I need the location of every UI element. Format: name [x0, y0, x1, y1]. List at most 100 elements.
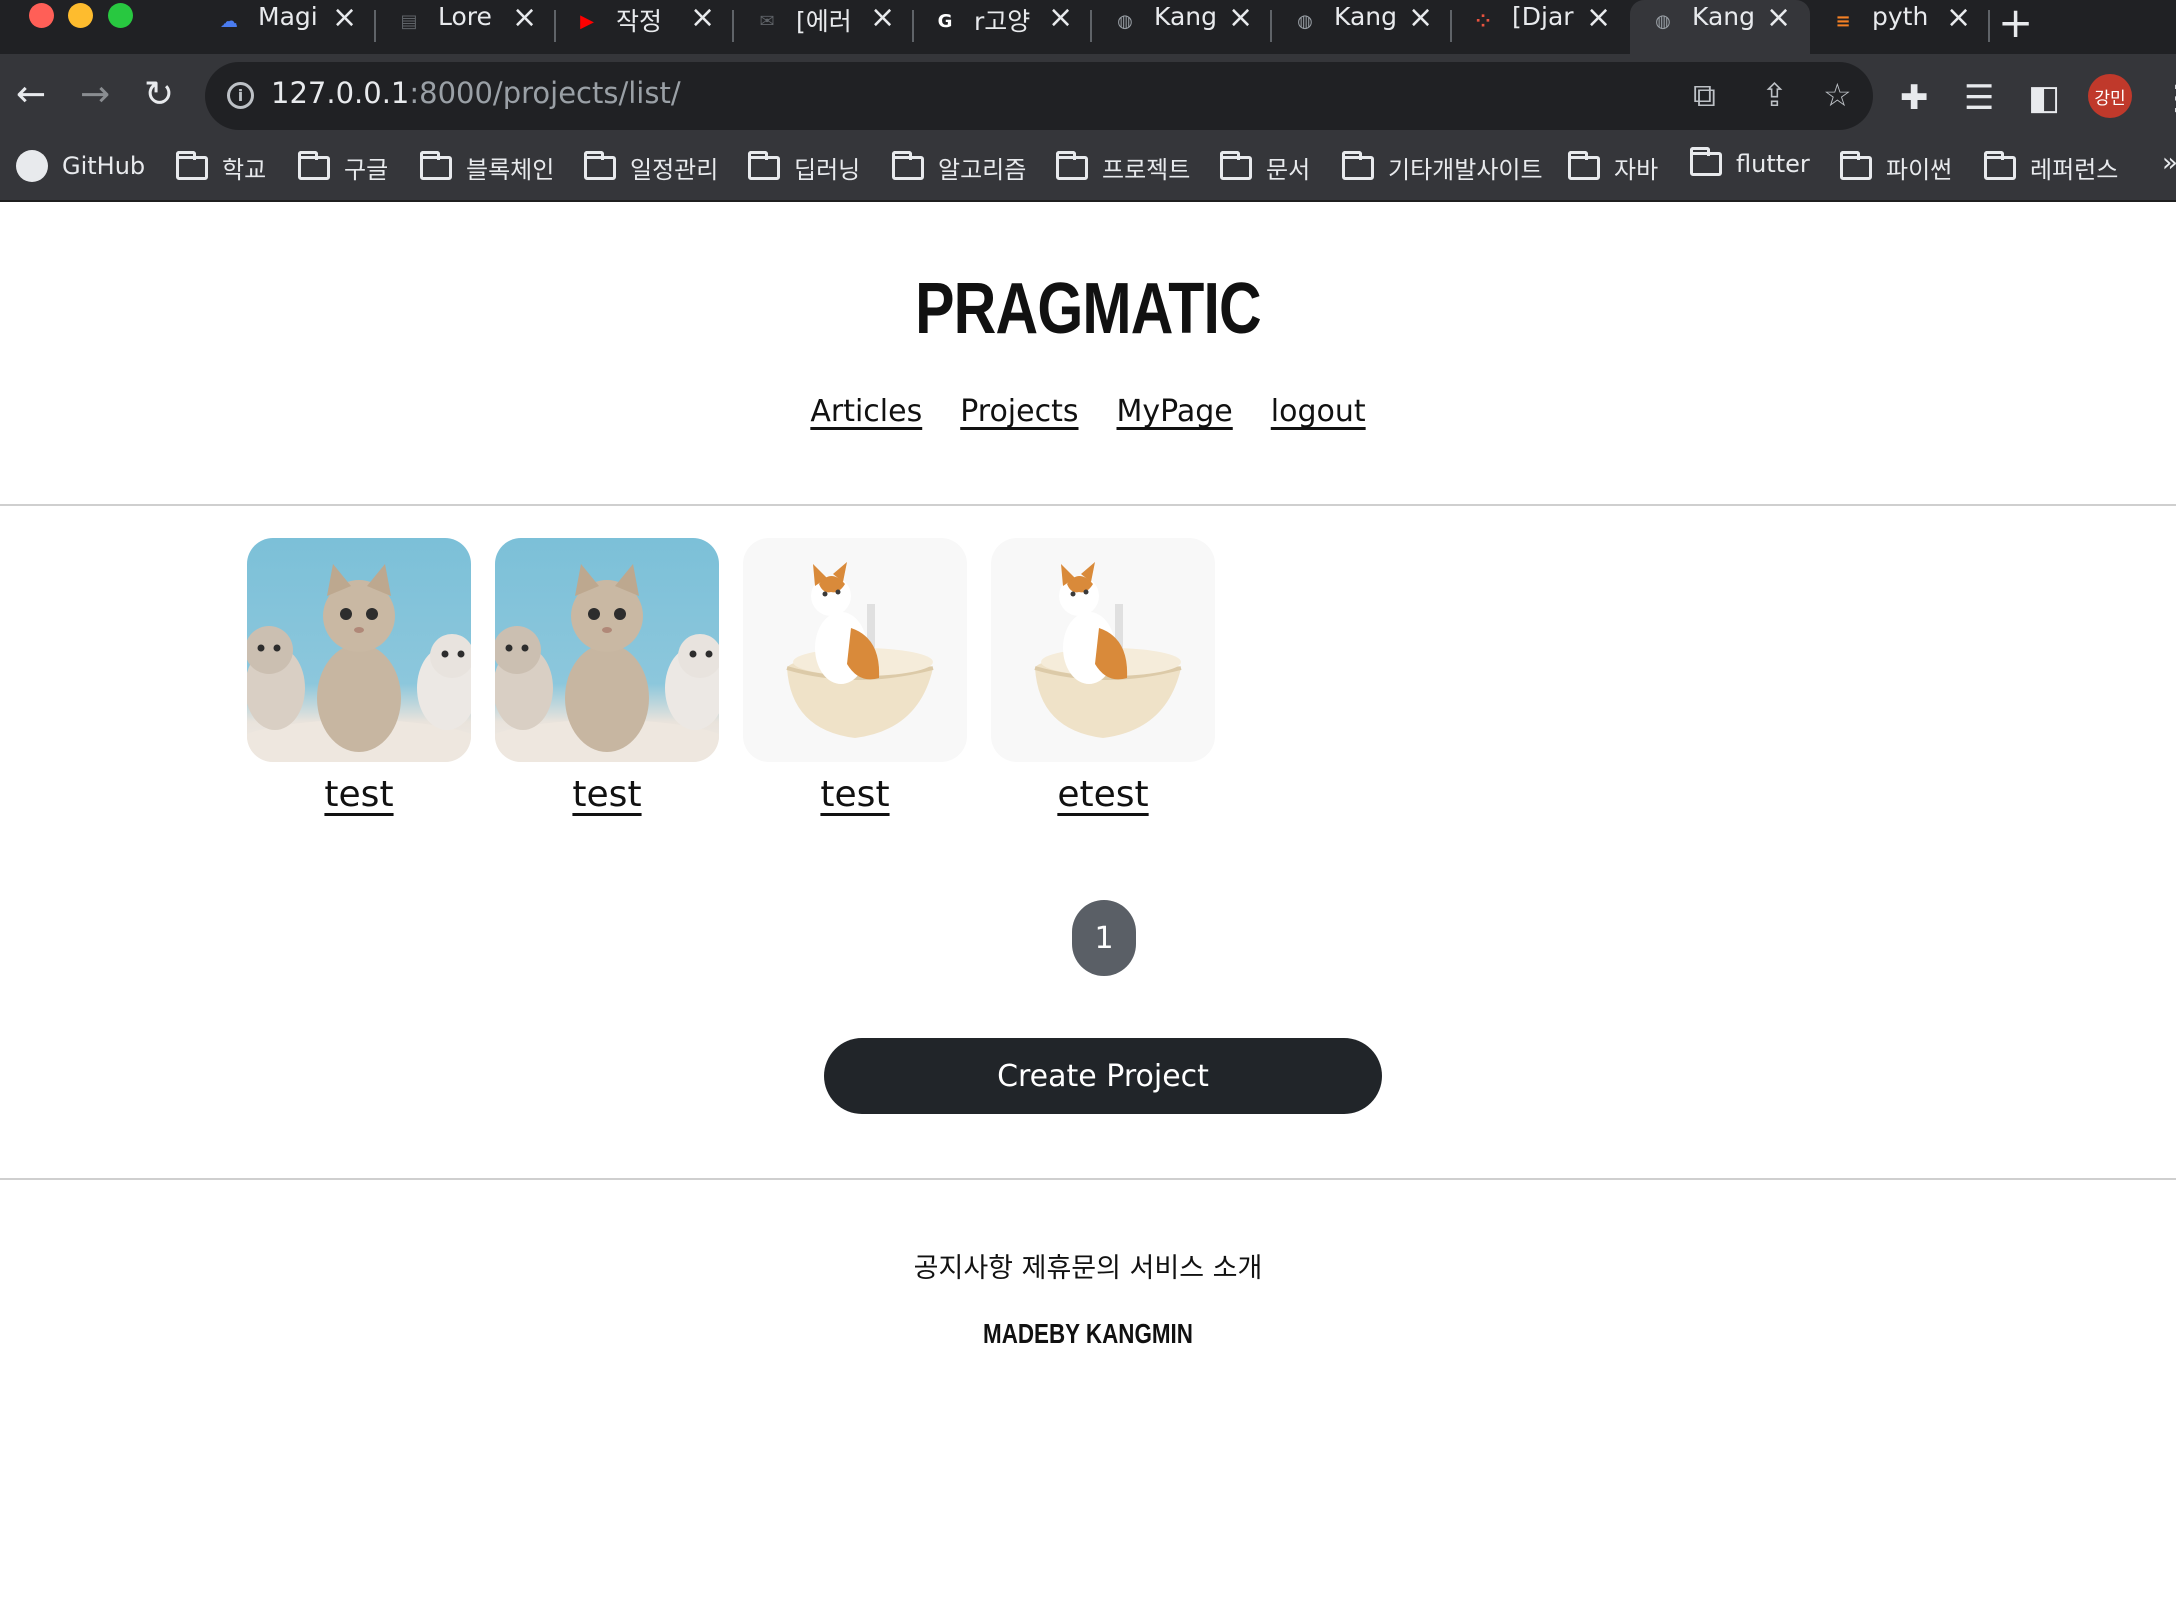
dots-icon: ⁘ — [1475, 10, 1491, 32]
bookmark-label: 일정관리 — [630, 156, 719, 184]
media-control-icon[interactable]: ☰ — [1964, 78, 1994, 118]
profile-avatar[interactable]: 강민 — [2088, 74, 2132, 118]
close-tab-icon[interactable]: × — [1228, 0, 1253, 35]
project-card[interactable]: etest — [991, 538, 1215, 815]
project-card[interactable]: test — [743, 538, 967, 815]
folder-icon — [1342, 150, 1374, 180]
tab-title: Lore — [438, 2, 492, 31]
browser-tab[interactable]: ◍ Kang × — [1092, 0, 1272, 54]
create-project-button[interactable]: Create Project — [824, 1038, 1382, 1114]
bookmark-label: 자바 — [1614, 156, 1659, 184]
close-window-button[interactable] — [29, 3, 54, 28]
folder-icon — [748, 150, 780, 180]
browser-tab[interactable]: ✉ [에러 × — [734, 0, 914, 54]
url-host: 127.0.0.1 — [271, 76, 410, 110]
bookmark-item[interactable]: 레퍼런스 — [1984, 150, 2118, 185]
browser-tab[interactable]: ☁ Magi × — [196, 0, 376, 54]
close-tab-icon[interactable]: × — [332, 0, 357, 35]
bookmark-item[interactable]: 기타개발사이트 — [1342, 150, 1543, 185]
back-arrow-icon[interactable]: ← — [16, 74, 46, 115]
bookmark-item[interactable]: 자바 — [1568, 150, 1658, 185]
address-bar[interactable]: i 127.0.0.1:8000/projects/list/ ⧉ ⇪ ☆ — [205, 62, 1873, 130]
nav-link-mypage[interactable]: MyPage — [1117, 394, 1233, 429]
reload-icon[interactable]: ↻ — [144, 74, 174, 115]
cloud-icon: ☁ — [220, 10, 238, 32]
bookmark-label: 프로젝트 — [1102, 156, 1191, 184]
folder-icon — [1568, 150, 1600, 180]
bookmark-item[interactable]: 파이썬 — [1840, 150, 1952, 185]
bookmark-label: 기타개발사이트 — [1388, 156, 1543, 184]
bookmark-label: 문서 — [1266, 156, 1311, 184]
browser-tab[interactable]: ◍ Kang × — [1630, 0, 1810, 54]
project-title-link[interactable]: test — [495, 774, 719, 815]
site-info-icon[interactable]: i — [227, 82, 254, 109]
more-bookmarks-icon[interactable]: » — [2162, 148, 2176, 178]
folder-icon — [176, 150, 208, 180]
browser-tab[interactable]: ≡ pyth × — [1810, 0, 1990, 54]
project-title-link[interactable]: test — [743, 774, 967, 815]
extensions-icon[interactable]: ✚ — [1900, 78, 1929, 118]
close-tab-icon[interactable]: × — [1586, 0, 1611, 35]
bookmark-item[interactable]: 문서 — [1220, 150, 1310, 185]
footer-credit: MADEBY KANGMIN — [983, 1318, 1193, 1349]
bookmark-item[interactable]: flutter — [1690, 147, 1810, 178]
bookmark-item[interactable]: 프로젝트 — [1056, 150, 1190, 185]
bookmark-item[interactable]: 알고리즘 — [892, 150, 1026, 185]
project-title-link[interactable]: test — [247, 774, 471, 815]
bookmark-star-icon[interactable]: ☆ — [1823, 76, 1852, 114]
folder-icon — [1690, 147, 1722, 176]
side-panel-icon[interactable]: ◧ — [2028, 78, 2060, 118]
bookmark-item[interactable]: 학교 — [176, 150, 266, 185]
url-text[interactable]: 127.0.0.1:8000/projects/list/ — [271, 76, 681, 110]
project-card[interactable]: test — [495, 538, 719, 815]
bookmark-item[interactable]: 구글 — [298, 150, 388, 185]
bookmark-item[interactable]: 딥러닝 — [748, 150, 860, 185]
nav-link-projects[interactable]: Projects — [960, 394, 1078, 429]
close-tab-icon[interactable]: × — [1408, 0, 1433, 35]
bookmark-item[interactable]: GitHub — [16, 150, 145, 182]
page-number-button[interactable]: 1 — [1072, 900, 1136, 976]
project-thumbnail[interactable] — [247, 538, 471, 762]
close-tab-icon[interactable]: × — [1946, 0, 1971, 35]
footer-links[interactable]: 공지사항 제휴문의 서비스 소개 — [0, 1246, 2176, 1285]
nav-link-articles[interactable]: Articles — [810, 394, 922, 429]
browser-tab[interactable]: Gr고양 × — [912, 0, 1092, 54]
project-thumbnail[interactable] — [991, 538, 1215, 762]
close-tab-icon[interactable]: × — [1048, 0, 1073, 35]
browser-tab[interactable]: ▤ Lore × — [376, 0, 556, 54]
browser-tab[interactable]: ▶ 작정 × — [554, 0, 734, 54]
google-icon: G — [937, 10, 953, 32]
project-thumbnail[interactable] — [743, 538, 967, 762]
project-thumbnail[interactable] — [495, 538, 719, 762]
folder-icon — [584, 150, 616, 180]
main-nav: Articles Projects MyPage logout — [0, 394, 2176, 429]
share-icon[interactable]: ⇪ — [1761, 76, 1788, 114]
maximize-window-button[interactable] — [108, 3, 133, 28]
folder-icon — [420, 150, 452, 180]
bookmark-item[interactable]: 블록체인 — [420, 150, 554, 185]
close-tab-icon[interactable]: × — [690, 0, 715, 35]
bookmark-label: 레퍼런스 — [2030, 156, 2119, 184]
browser-tab[interactable]: ⁘ [Djar × — [1450, 0, 1630, 54]
browser-tab[interactable]: ◍ Kang × — [1272, 0, 1452, 54]
new-tab-button[interactable]: + — [1998, 0, 2033, 47]
close-tab-icon[interactable]: × — [512, 0, 537, 35]
stack-icon: ≡ — [1835, 10, 1851, 32]
project-title-link[interactable]: etest — [991, 774, 1215, 815]
bookmark-label: flutter — [1736, 150, 1810, 178]
bookmark-label: 파이썬 — [1886, 156, 1953, 184]
minimize-window-button[interactable] — [68, 3, 93, 28]
folder-icon — [1220, 150, 1252, 180]
bookmark-item[interactable]: 일정관리 — [584, 150, 718, 185]
forward-arrow-icon[interactable]: → — [80, 74, 110, 115]
close-tab-icon[interactable]: × — [1766, 0, 1791, 35]
project-card[interactable]: test — [247, 538, 471, 815]
folder-icon — [1984, 150, 2016, 180]
translate-icon[interactable]: ⧉ — [1693, 76, 1716, 115]
menu-dots-icon[interactable]: ⋮ — [2160, 78, 2176, 118]
nav-link-logout[interactable]: logout — [1271, 394, 1366, 429]
site-logo[interactable]: PRAGMATIC — [196, 268, 1980, 350]
bookmark-label: 구글 — [344, 156, 389, 184]
globe-icon: ◍ — [1297, 10, 1313, 32]
close-tab-icon[interactable]: × — [870, 0, 895, 35]
